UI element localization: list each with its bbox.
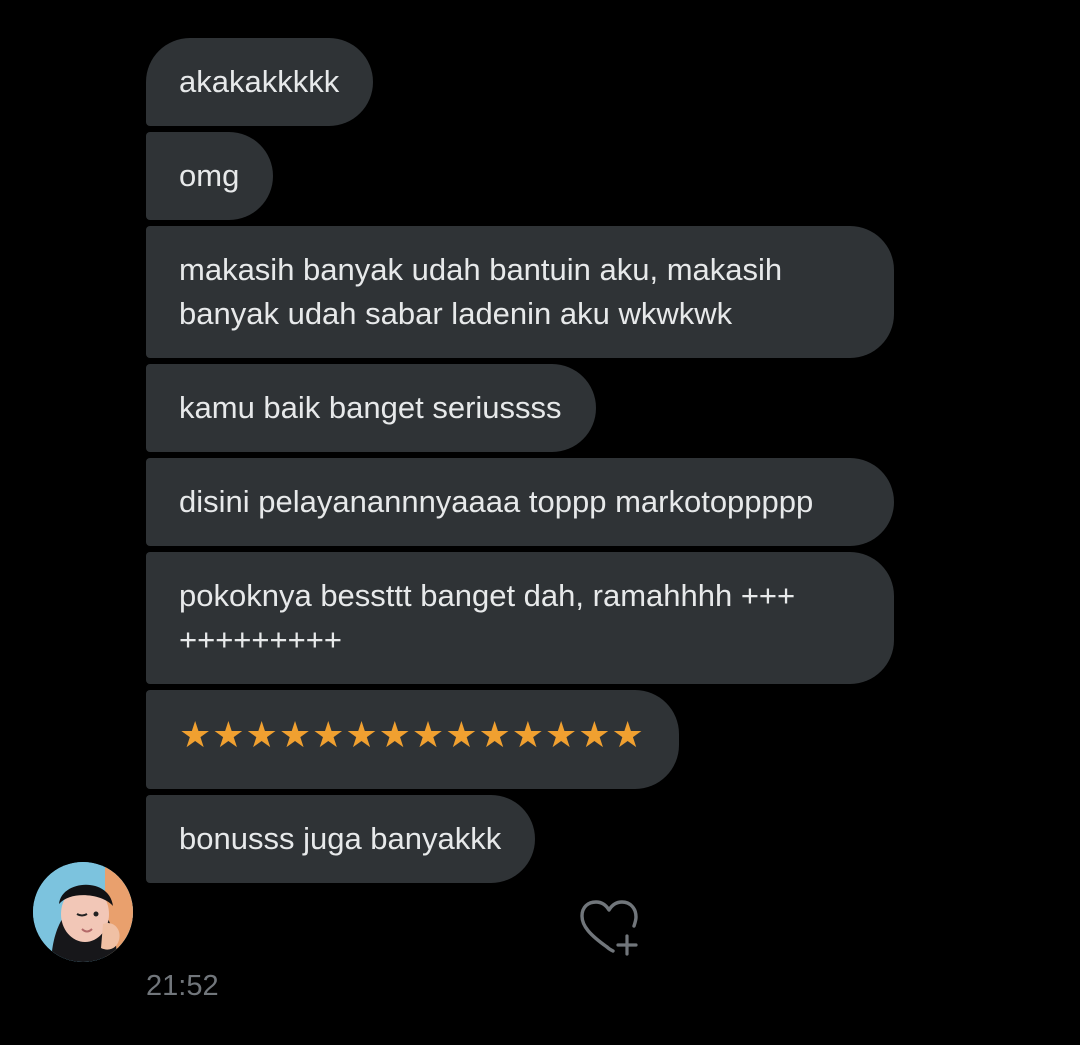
avatar-image [33, 862, 133, 962]
message-text: pokoknya bessttt banget dah, ramahhhh ++… [179, 578, 796, 657]
heart-plus-icon[interactable] [578, 898, 644, 958]
message-bubble[interactable]: kamu baik banget seriussss [146, 364, 596, 452]
message-bubble[interactable]: pokoknya bessttt banget dah, ramahhhh ++… [146, 552, 894, 684]
message-text: omg [179, 158, 240, 193]
message-thread: akakakkkkk omg makasih banyak udah bantu… [146, 38, 906, 889]
message-row: akakakkkkk [146, 38, 906, 132]
message-text: bonusss juga banyakkk [179, 821, 502, 856]
message-row: omg [146, 132, 906, 226]
user-avatar[interactable] [33, 862, 133, 962]
message-row: disini pelayanannnyaaaa toppp markotoppp… [146, 458, 906, 552]
message-row: ★★★★★★★★★★★★★★ [146, 690, 906, 795]
message-bubble[interactable]: omg [146, 132, 274, 220]
message-text: disini pelayanannnyaaaa toppp markotoppp… [179, 484, 814, 519]
message-timestamp: 21:52 [146, 970, 219, 1002]
message-bubble[interactable]: bonusss juga banyakkk [146, 795, 536, 883]
message-text: kamu baik banget seriussss [179, 390, 562, 425]
message-row: kamu baik banget seriussss [146, 364, 906, 458]
message-bubble[interactable]: disini pelayanannnyaaaa toppp markotoppp… [146, 458, 894, 546]
star-rating-text: ★★★★★★★★★★★★★★ [179, 714, 645, 755]
message-row: makasih banyak udah bantuin aku, makasih… [146, 226, 906, 364]
message-row: pokoknya bessttt banget dah, ramahhhh ++… [146, 552, 906, 690]
message-text: makasih banyak udah bantuin aku, makasih… [179, 252, 783, 331]
message-row: bonusss juga banyakkk [146, 795, 906, 889]
message-text: akakakkkkk [179, 64, 340, 99]
message-bubble[interactable]: makasih banyak udah bantuin aku, makasih… [146, 226, 894, 358]
message-bubble[interactable]: ★★★★★★★★★★★★★★ [146, 690, 679, 789]
heart-plus-icon-graphic [580, 900, 638, 956]
message-bubble[interactable]: akakakkkkk [146, 38, 374, 126]
